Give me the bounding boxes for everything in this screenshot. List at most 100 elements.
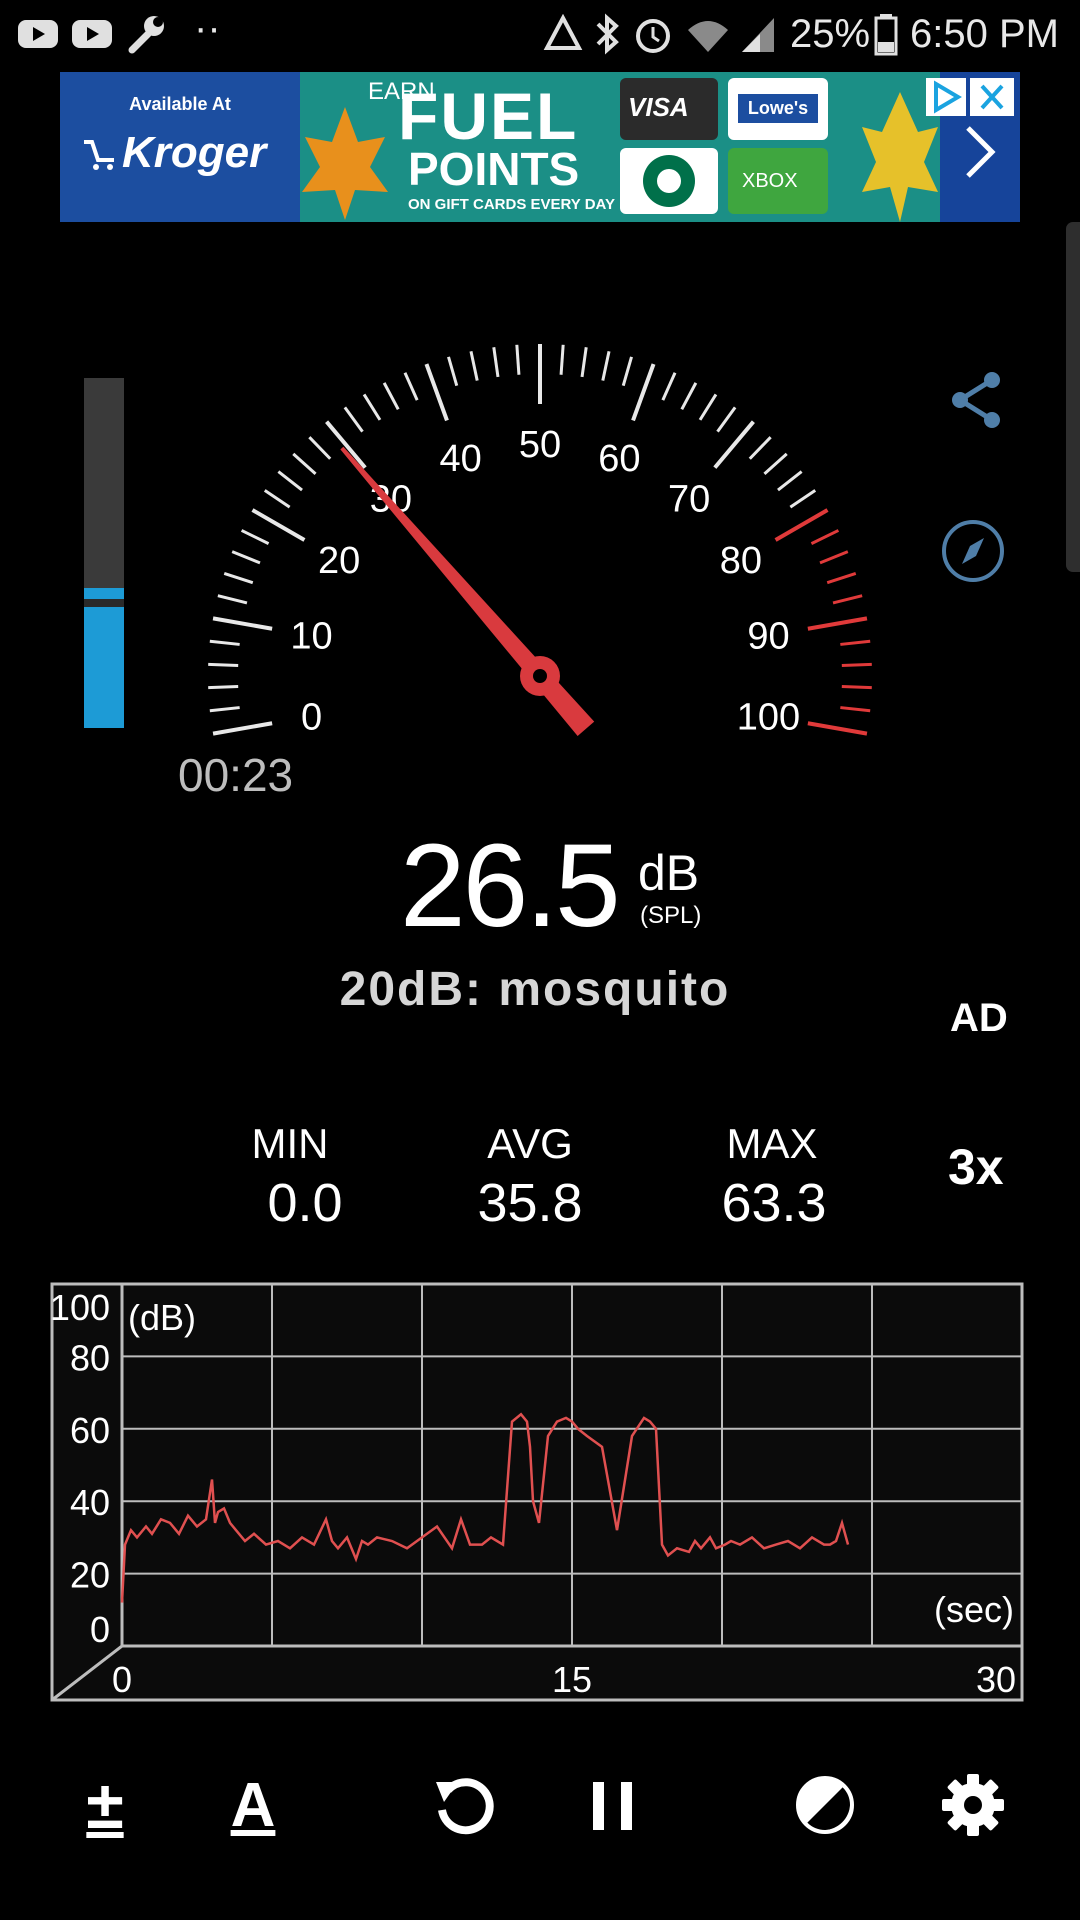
pause-button[interactable]	[568, 1760, 658, 1850]
ad-banner[interactable]: Available At Kroger EARN FUEL POINTS ON …	[60, 72, 1020, 222]
gauge-tick	[515, 344, 521, 375]
ad-store-name: Kroger	[122, 128, 267, 177]
plus-minus-icon: ±	[86, 1767, 124, 1843]
gauge-tick	[777, 470, 803, 492]
settings-button[interactable]	[928, 1760, 1018, 1850]
gauge-tick	[826, 571, 857, 585]
gauge-tick	[209, 639, 240, 646]
reset-button[interactable]	[420, 1760, 510, 1850]
a-weighting-icon: A	[230, 1770, 276, 1840]
y-tick-label: 60	[70, 1410, 110, 1451]
gauge-tick	[251, 508, 306, 542]
gauge-tick	[841, 685, 872, 690]
gauge: 0102030405060708090100	[208, 344, 872, 738]
gauge-needle-pin	[533, 669, 547, 683]
ad-fuel-panel: EARN FUEL POINTS ON GIFT CARDS EVERY DAY…	[300, 72, 940, 222]
max-value: 63.3	[721, 1173, 827, 1233]
db-unit: dB	[638, 845, 700, 901]
gauge-tick	[209, 706, 240, 713]
gauge-tick	[382, 382, 400, 411]
wifi-icon	[688, 21, 728, 52]
avg-label: AVG	[487, 1120, 573, 1167]
gauge-tick	[840, 706, 871, 713]
chart-ylabel: (dB)	[128, 1297, 196, 1338]
gear-icon	[942, 1774, 1004, 1836]
clock: 6:50 PM	[910, 12, 1059, 56]
y-tick-label: 20	[70, 1555, 110, 1596]
gauge-tick	[832, 594, 863, 605]
gauge-tick	[212, 721, 273, 736]
gauge-tick	[403, 372, 419, 401]
gauge-tick	[240, 529, 270, 545]
gauge-tick	[748, 436, 772, 460]
chart-xlabel: (sec)	[934, 1589, 1014, 1630]
gauge-label: 10	[290, 616, 332, 658]
gauge-tick	[231, 550, 261, 565]
current-db-value: 26.5	[400, 820, 621, 952]
ad-lowes-card: Lowe's	[728, 78, 828, 140]
gauge-label: 100	[737, 696, 800, 738]
gauge-label: 90	[747, 616, 789, 658]
y-tick-label: 80	[70, 1337, 110, 1378]
gauge-tick	[763, 452, 788, 476]
gauge-tick	[810, 529, 840, 545]
gauge-tick	[807, 721, 868, 736]
gauge-tick	[208, 685, 239, 690]
pause-icon	[593, 1782, 632, 1830]
gauge-tick	[492, 347, 500, 378]
reset-icon	[436, 1778, 494, 1835]
gauge-tick	[580, 347, 588, 378]
ad-button[interactable]: AD	[950, 996, 1008, 1041]
gauge-tick	[661, 372, 677, 401]
gauge-tick	[292, 452, 317, 476]
max-label: MAX	[726, 1120, 818, 1167]
y-tick-label: 40	[70, 1482, 110, 1523]
gauge-tick	[212, 616, 273, 631]
alarm-icon	[636, 19, 670, 53]
noise-reference: 20dB: mosquito	[339, 963, 731, 1016]
calibrate-button[interactable]: ±	[60, 1760, 150, 1850]
ad-starbucks-card	[620, 148, 718, 214]
recycle-icon	[543, 14, 583, 50]
gauge-tick	[680, 382, 698, 411]
gauge-tick	[840, 639, 871, 646]
gauge-label: 0	[301, 696, 322, 738]
history-chart: 100 80 60 40 20 0 0 15 30 (dB) (sec)	[50, 1282, 1024, 1702]
gauge-tick	[343, 406, 364, 433]
contrast-icon	[796, 1776, 854, 1834]
ad-close-icon[interactable]	[970, 78, 1014, 116]
maple-leaf-icon	[302, 107, 388, 220]
zoom-button[interactable]: 3x	[948, 1138, 1004, 1196]
gauge-tick	[362, 393, 382, 421]
x-tick-label: 0	[112, 1659, 132, 1700]
gauge-tick	[807, 616, 868, 631]
compass-icon[interactable]	[940, 518, 1006, 584]
ad-subline: ON GIFT CARDS EVERY DAY	[408, 196, 615, 213]
weighting-button[interactable]: A	[208, 1760, 298, 1850]
adchoices-icon[interactable]	[926, 78, 966, 116]
gauge-tick	[263, 489, 291, 509]
gauge-label: 70	[668, 478, 710, 520]
spl-label: (SPL)	[640, 902, 702, 929]
chevron-right-icon[interactable]	[960, 122, 1000, 182]
min-value: 0.0	[267, 1173, 343, 1233]
min-label: MIN	[251, 1120, 329, 1167]
starbucks-logo-icon	[643, 155, 695, 207]
battery-percent: 25%	[790, 12, 871, 56]
theme-button[interactable]	[780, 1760, 870, 1850]
status-bar: ·· 25% 6:50 PM	[0, 0, 1080, 70]
gauge-needle-body	[340, 446, 595, 737]
youtube-icon	[18, 20, 58, 48]
elapsed-timer: 00:23	[178, 749, 294, 801]
chart-frame	[50, 1282, 1024, 1702]
youtube-icon	[72, 20, 112, 48]
x-tick-label: 15	[552, 1659, 592, 1700]
gauge-needle	[340, 446, 595, 737]
gauge-tick	[217, 594, 248, 605]
share-icon[interactable]	[948, 370, 1004, 430]
battery-icon	[874, 14, 898, 56]
ad-kroger-panel: Available At Kroger	[60, 72, 300, 222]
kroger-logo-icon	[84, 140, 114, 170]
notification-dots: ··	[194, 6, 221, 50]
signal-icon	[742, 18, 774, 52]
